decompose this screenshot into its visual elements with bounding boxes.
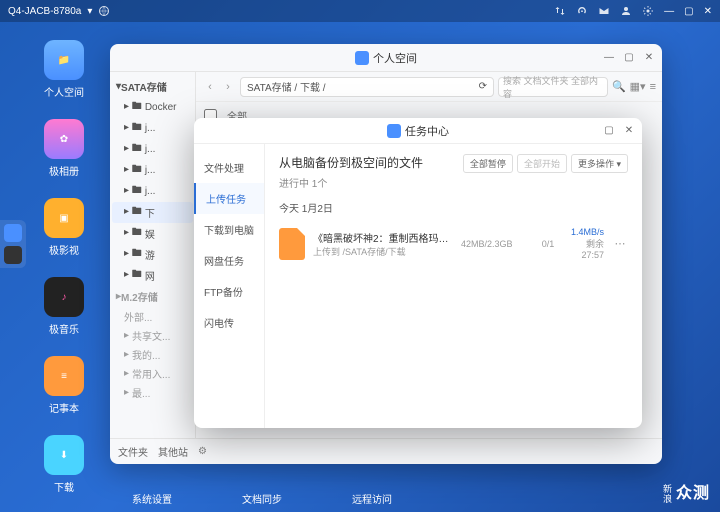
mail-icon[interactable] — [598, 5, 610, 17]
path-input[interactable]: SATA存储 / 下载 / ⟳ — [240, 77, 494, 97]
host-name[interactable]: Q4-JACB-8780a — [8, 6, 81, 17]
start-all-button[interactable]: 全部开始 — [517, 154, 567, 173]
tree-item[interactable]: 外部... — [112, 307, 193, 326]
tree-item[interactable]: ▸ 🖿 j... — [112, 118, 193, 139]
dock-item[interactable] — [4, 246, 22, 264]
tree-item[interactable]: ▸ 🖿 Docker — [112, 97, 193, 118]
chevron-down-icon[interactable]: ▾ — [87, 6, 92, 17]
more-actions-button[interactable]: 更多操作 ▾ — [571, 154, 628, 173]
tree-header[interactable]: ▸ M.2存储 — [112, 286, 193, 307]
dock — [0, 220, 26, 268]
nav-back-icon[interactable]: ‹ — [202, 79, 218, 95]
window-title: 任务中心 — [405, 123, 449, 139]
app-icon — [387, 124, 401, 138]
globe-icon[interactable] — [98, 5, 110, 17]
tree-item[interactable]: ▸ 🖿 j... — [112, 139, 193, 160]
tree-item[interactable]: ▸ 🖿 网 — [112, 265, 193, 286]
tree-item[interactable]: ▸ 🖿 下 — [112, 202, 193, 223]
close-icon[interactable]: ✕ — [622, 124, 636, 138]
sidebar-item[interactable]: FTP备份 — [194, 276, 264, 307]
task-remain: 剩余27:57 — [571, 237, 604, 260]
dashboard-icon[interactable] — [576, 5, 588, 17]
task-count: 0/1 — [533, 239, 563, 249]
sidebar-item[interactable]: 下载到电脑 — [194, 214, 264, 245]
maximize-icon[interactable]: ▢ — [622, 51, 636, 65]
gear-icon[interactable]: ⚙ — [198, 446, 207, 457]
sidebar-item[interactable]: 文件处理 — [194, 152, 264, 183]
tree-item[interactable]: ▸ 共享文... — [112, 326, 193, 345]
sidebar-item[interactable]: 网盘任务 — [194, 245, 264, 276]
more-icon[interactable]: ⋯ — [612, 237, 628, 250]
desktop-icon-photos[interactable]: ✿极相册 — [18, 119, 110, 178]
task-row[interactable]: 《暗黑破坏神2：重制西格玛2.51 MEDIAN... 上传到 /SATA存储/… — [279, 221, 628, 266]
window-titlebar[interactable]: 任务中心 ▢ ✕ — [194, 118, 642, 144]
task-sidebar: 文件处理 上传任务 下载到电脑 网盘任务 FTP备份 闪电传 — [194, 144, 265, 428]
tree-item[interactable]: ▸ 🖿 j... — [112, 181, 193, 202]
maximize-icon[interactable]: ▢ — [602, 124, 616, 138]
bottom-label[interactable]: 系统设置 — [132, 491, 172, 506]
window-title: 个人空间 — [373, 50, 417, 66]
tree-item[interactable]: ▸ 🖿 游 — [112, 244, 193, 265]
desktop-icon-notes[interactable]: ≡记事本 — [18, 356, 110, 415]
gear-icon[interactable] — [642, 5, 654, 17]
window-titlebar[interactable]: 个人空间 — ▢ ✕ — [110, 44, 662, 72]
refresh-icon[interactable]: ⟳ — [479, 81, 487, 92]
task-name: 《暗黑破坏神2：重制西格玛2.51 MEDIAN... — [313, 230, 453, 245]
sidebar-item[interactable]: 上传任务 — [194, 183, 264, 214]
desktop-icon-personal[interactable]: 📁个人空间 — [18, 40, 110, 99]
desktop-icon-download[interactable]: ⬇下载 — [18, 435, 110, 494]
desktop-icon-music[interactable]: ♪极音乐 — [18, 277, 110, 336]
folder-tree: ▾ SATA存储 ▸ 🖿 Docker ▸ 🖿 j... ▸ 🖿 j... ▸ … — [110, 72, 196, 438]
section-sub: 进行中 1个 — [279, 175, 423, 190]
app-icon — [355, 51, 369, 65]
maximize-icon[interactable]: ▢ — [684, 6, 693, 17]
minimize-icon[interactable]: — — [664, 6, 674, 17]
task-speed: 1.4MB/s — [571, 227, 604, 237]
search-icon[interactable]: 🔍 — [612, 80, 626, 93]
minimize-icon[interactable]: — — [602, 51, 616, 65]
taskcenter-window: 任务中心 ▢ ✕ 文件处理 上传任务 下载到电脑 网盘任务 FTP备份 闪电传 … — [194, 118, 642, 428]
tree-item[interactable]: ▸ 最... — [112, 383, 193, 402]
sidebar-item[interactable]: 闪电传 — [194, 307, 264, 338]
tree-item[interactable]: ▸ 🖿 j... — [112, 160, 193, 181]
section-heading: 从电脑备份到极空间的文件 — [279, 154, 423, 171]
tree-item[interactable]: ▸ 我的... — [112, 345, 193, 364]
search-input[interactable]: 搜索 文档文件夹 全部内容 — [498, 77, 608, 97]
close-icon[interactable]: ✕ — [704, 6, 712, 17]
tree-header[interactable]: ▾ SATA存储 — [112, 76, 193, 97]
desktop-icon-video[interactable]: ▣极影视 — [18, 198, 110, 257]
file-icon — [279, 228, 305, 260]
footer-item[interactable]: 文件夹 — [118, 444, 148, 459]
bottom-label[interactable]: 远程访问 — [352, 491, 392, 506]
close-icon[interactable]: ✕ — [642, 51, 656, 65]
tree-item[interactable]: ▸ 常用入... — [112, 364, 193, 383]
task-path: 上传到 /SATA存储/下载 — [313, 245, 453, 258]
task-size: 42MB/2.3GB — [461, 239, 525, 249]
nav-fwd-icon[interactable]: › — [220, 79, 236, 95]
bottom-label[interactable]: 文档同步 — [242, 491, 282, 506]
date-label: 今天 1月2日 — [279, 200, 628, 215]
user-icon[interactable] — [620, 5, 632, 17]
dock-item[interactable] — [4, 224, 22, 242]
watermark: 新浪众测 — [661, 479, 710, 504]
transfer-icon[interactable] — [554, 5, 566, 17]
tree-item[interactable]: ▸ 🖿 娱 — [112, 223, 193, 244]
menu-icon[interactable]: ≡ — [650, 81, 656, 93]
view-icon[interactable]: ▦▾ — [630, 80, 646, 93]
pause-all-button[interactable]: 全部暂停 — [463, 154, 513, 173]
footer-item[interactable]: 其他站 — [158, 444, 188, 459]
